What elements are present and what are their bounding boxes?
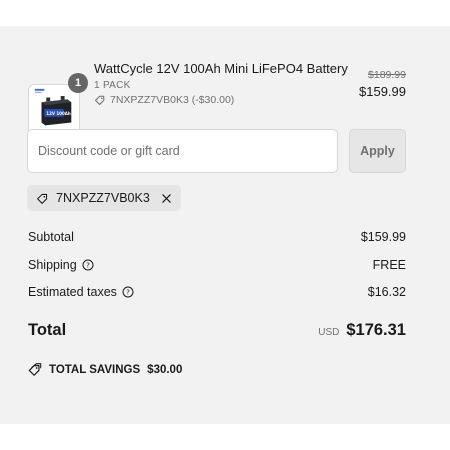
shipping-value: FREE <box>372 258 406 272</box>
shipping-label-group: Shipping ? <box>28 258 94 272</box>
savings-tag-icon <box>28 363 42 376</box>
savings-value: $30.00 <box>147 364 183 376</box>
svg-text:?: ? <box>86 262 90 270</box>
battery-label: 12V 100Ah <box>46 111 71 116</box>
total-value: $176.31 <box>346 321 406 339</box>
product-price: $159.99 <box>359 84 406 99</box>
taxes-label: Estimated taxes <box>28 285 117 299</box>
product-discount: 7NXPZZ7VB0K3 (-$30.00) <box>94 94 234 106</box>
tag-icon <box>37 193 48 204</box>
taxes-label-group: Estimated taxes ? <box>28 285 134 299</box>
shipping-label: Shipping <box>28 258 77 272</box>
savings-label: TOTAL SAVINGS <box>49 364 141 376</box>
total-currency: USD <box>318 327 340 338</box>
discount-code-input[interactable] <box>27 129 338 173</box>
tag-icon <box>94 95 105 106</box>
taxes-value: $16.32 <box>367 285 406 299</box>
original-price: $189.99 <box>368 69 406 81</box>
subtotal-label: Subtotal <box>28 230 74 244</box>
quantity-badge: 1 <box>68 73 88 93</box>
total-savings: TOTAL SAVINGS $30.00 <box>28 363 182 377</box>
close-icon[interactable] <box>161 193 172 204</box>
product-variant: 1 PACK <box>94 80 131 91</box>
subtotal-value: $159.99 <box>360 230 406 244</box>
product-title: WattCycle 12V 100Ah Mini LiFePO4 Battery <box>94 61 348 76</box>
applied-discount-code: 7NXPZZ7VB0K3 <box>56 191 150 205</box>
svg-text:?: ? <box>126 289 130 297</box>
help-icon[interactable]: ? <box>82 259 94 271</box>
applied-discount-tag: 7NXPZZ7VB0K3 <box>27 185 181 211</box>
product-discount-text: 7NXPZZ7VB0K3 (-$30.00) <box>110 94 235 106</box>
total-label: Total <box>28 321 67 339</box>
total-amount: USD $176.31 <box>318 321 406 340</box>
apply-button[interactable]: Apply <box>349 129 406 173</box>
battery-image: 12V 100Ah <box>34 88 72 126</box>
help-icon[interactable]: ? <box>122 286 134 298</box>
